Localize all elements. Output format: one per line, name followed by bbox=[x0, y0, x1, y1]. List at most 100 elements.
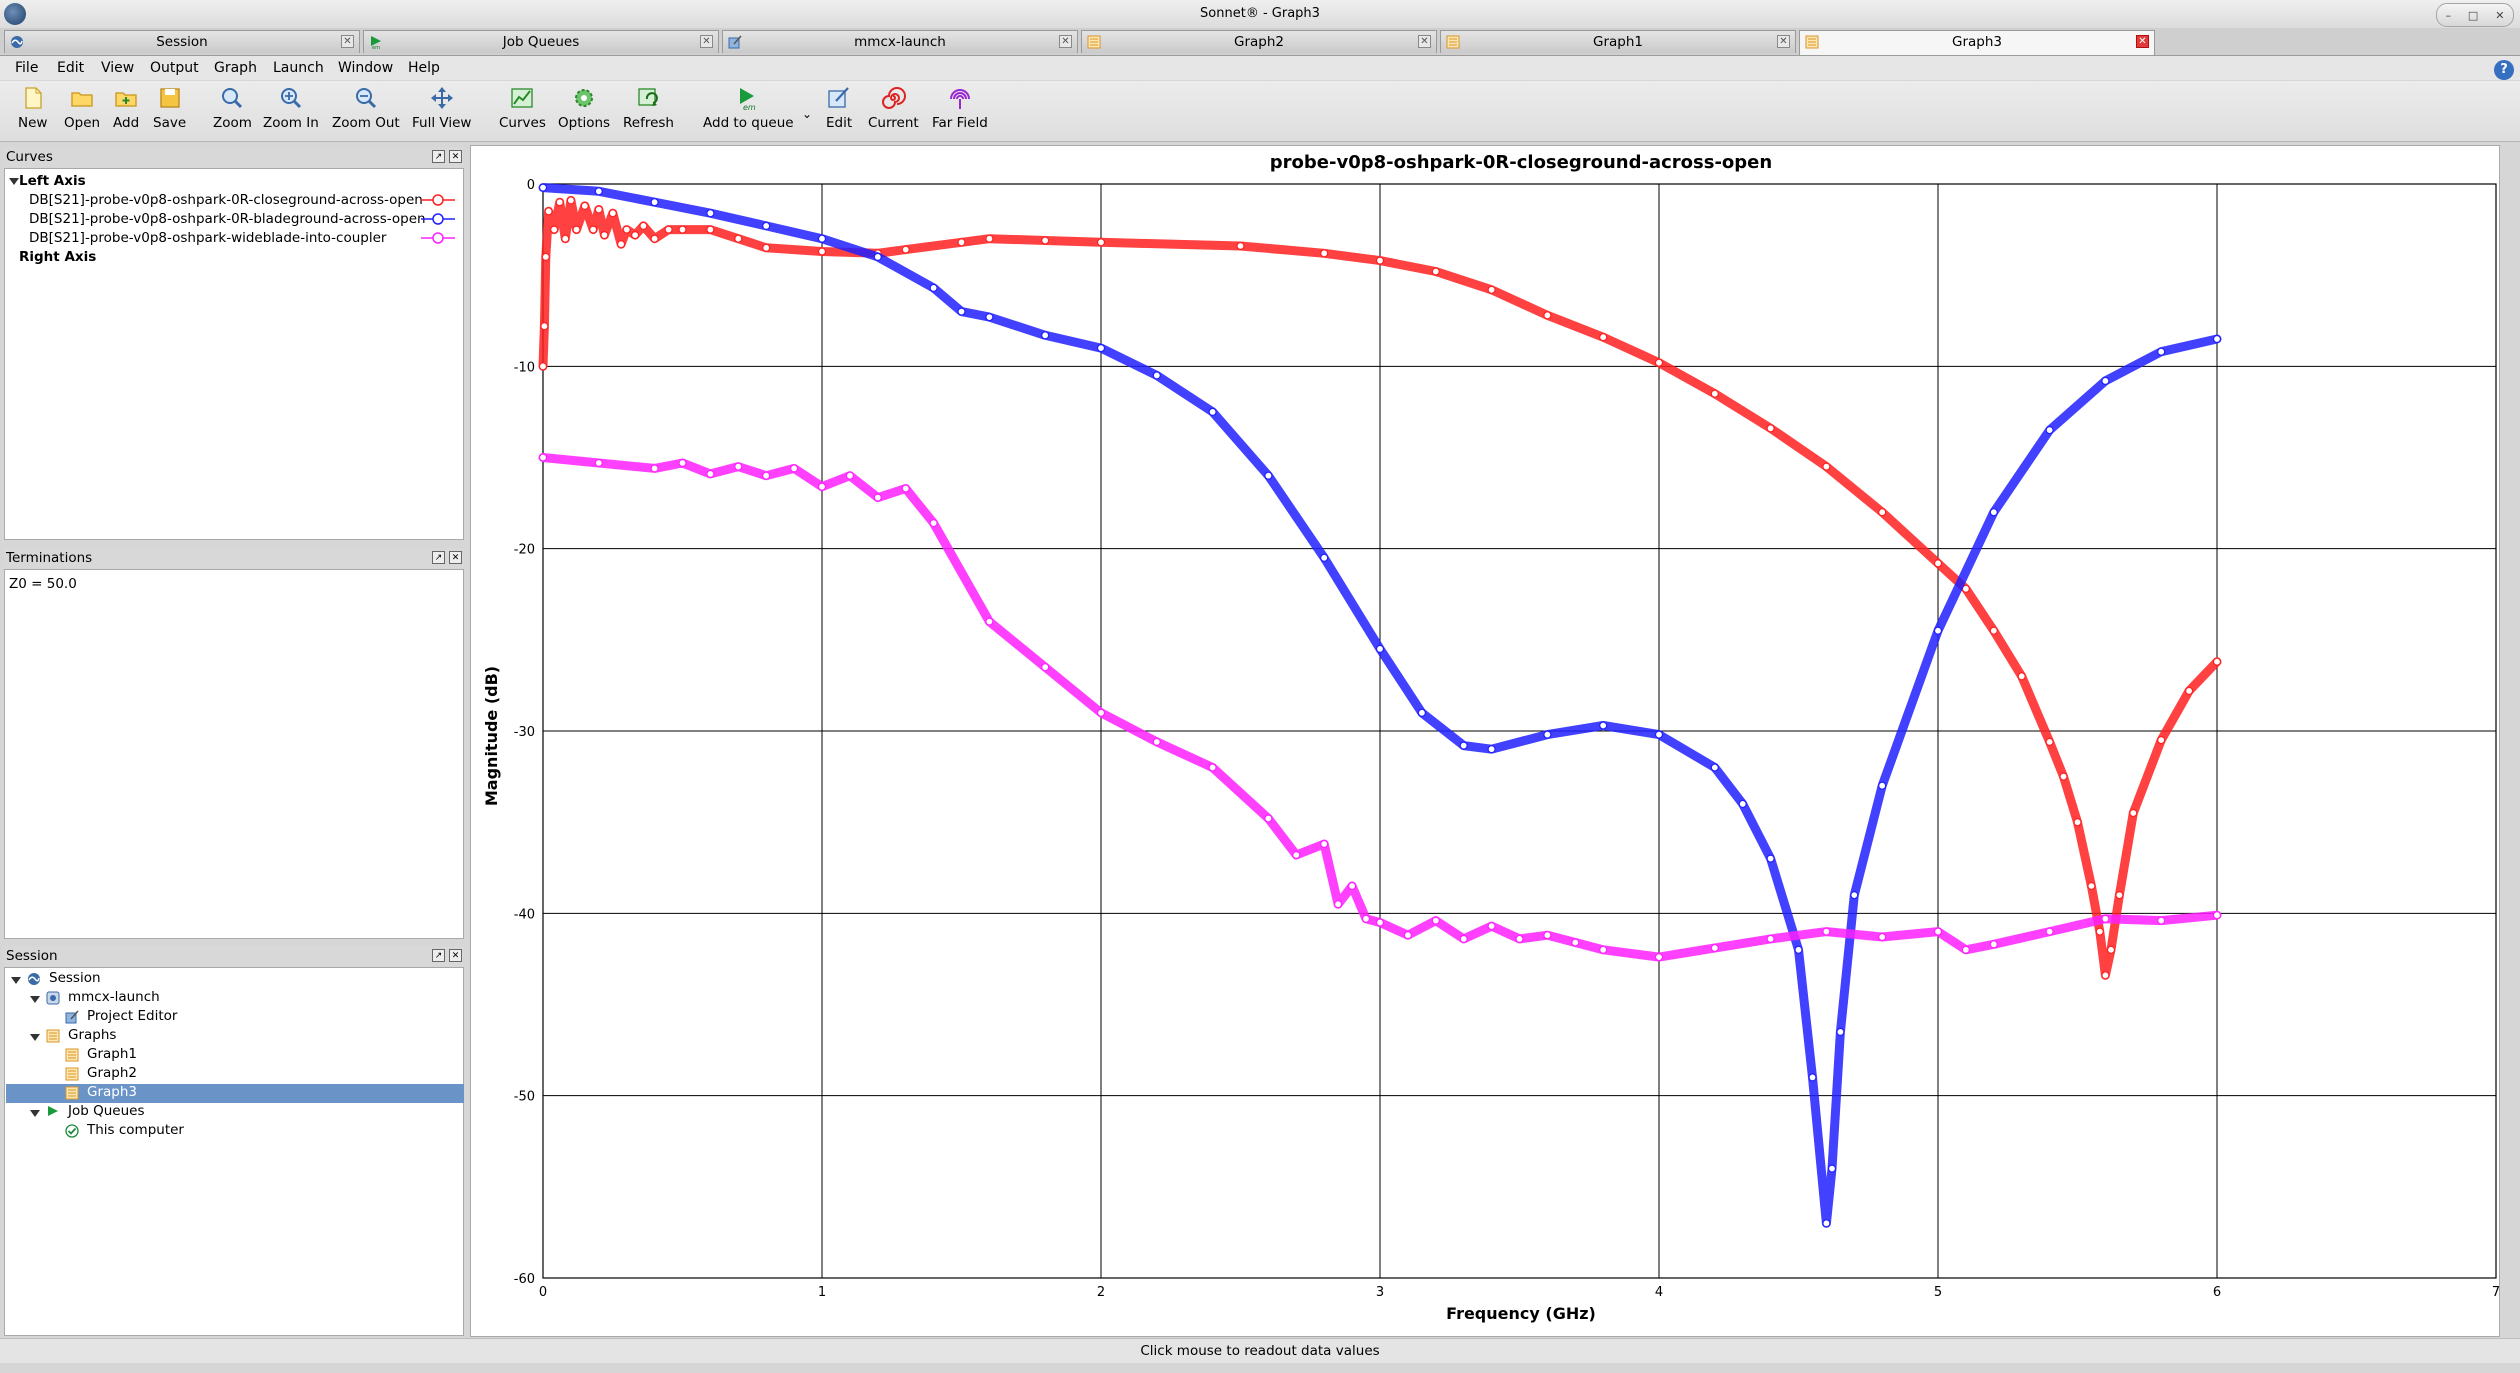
series-2-point bbox=[1041, 331, 1050, 340]
tab-mmcx-launch[interactable]: mmcx-launch ✕ bbox=[722, 30, 1078, 53]
menu-graph[interactable]: Graph bbox=[214, 60, 257, 76]
series-1-point bbox=[1599, 333, 1608, 342]
tab-close-icon[interactable]: ✕ bbox=[1418, 35, 1431, 48]
minimize-icon[interactable]: – bbox=[2445, 9, 2451, 22]
menu-help[interactable]: Help bbox=[408, 60, 440, 76]
tab-close-icon[interactable]: ✕ bbox=[700, 35, 713, 48]
tab-close-icon[interactable]: ✕ bbox=[2136, 35, 2149, 48]
series-1-point bbox=[650, 234, 659, 243]
undock-icon[interactable]: ↗ bbox=[432, 150, 445, 163]
chart[interactable]: probe-v0p8-oshpark-0R-closeground-across… bbox=[471, 146, 2500, 1336]
undock-icon[interactable]: ↗ bbox=[432, 551, 445, 564]
x-tick-label: 0 bbox=[539, 1285, 547, 1300]
x-tick-label: 7 bbox=[2492, 1285, 2499, 1300]
tab-session[interactable]: Session ✕ bbox=[4, 30, 360, 53]
collapse-icon[interactable] bbox=[30, 1110, 40, 1117]
panel-close-icon[interactable]: ✕ bbox=[449, 949, 462, 962]
graph-icon bbox=[65, 1067, 79, 1081]
far-field-button[interactable]: Far Field bbox=[932, 85, 988, 131]
menu-launch[interactable]: Launch bbox=[273, 60, 324, 76]
tree-item-session[interactable]: Session bbox=[49, 970, 101, 986]
series-1-point bbox=[1878, 508, 1887, 517]
help-icon[interactable]: ? bbox=[2494, 60, 2514, 80]
refresh-button[interactable]: Refresh bbox=[623, 85, 674, 131]
add-button[interactable]: Add bbox=[113, 85, 139, 131]
em-text: em bbox=[743, 103, 756, 111]
menu-view[interactable]: View bbox=[101, 60, 134, 76]
tab-close-icon[interactable]: ✕ bbox=[341, 35, 354, 48]
series-2-point bbox=[538, 183, 548, 192]
add-to-queue-button[interactable]: em Add to queue bbox=[703, 85, 794, 131]
tree-item-mmcx-launch[interactable]: mmcx-launch bbox=[68, 989, 160, 1005]
tree-item-graph3[interactable]: Graph3 bbox=[87, 1084, 137, 1100]
series-3-point bbox=[1292, 850, 1301, 860]
tree-item-job-queues[interactable]: Job Queues bbox=[68, 1103, 145, 1119]
curves-button[interactable]: Curves bbox=[499, 85, 546, 131]
tab-close-icon[interactable]: ✕ bbox=[1059, 35, 1072, 48]
edit-button[interactable]: Edit bbox=[826, 85, 852, 131]
tab-graph1[interactable]: Graph1 ✕ bbox=[1440, 30, 1796, 53]
y-tick-label: -60 bbox=[514, 1272, 535, 1287]
x-tick-label: 5 bbox=[1934, 1285, 1942, 1300]
zoom-out-icon bbox=[355, 88, 376, 109]
y-tick-label: -50 bbox=[514, 1090, 535, 1105]
open-button[interactable]: Open bbox=[64, 85, 100, 131]
series-2-point bbox=[929, 283, 938, 292]
full-view-button[interactable]: Full View bbox=[412, 85, 471, 131]
close-icon[interactable]: ✕ bbox=[2495, 9, 2504, 22]
graph-icon bbox=[1087, 35, 1101, 49]
curve-marker-icon bbox=[421, 232, 455, 244]
series-1-point bbox=[706, 225, 715, 234]
expand-icon[interactable] bbox=[9, 178, 19, 185]
curve-item-closeground[interactable]: DB[S21]-probe-v0p8-oshpark-0R-closegroun… bbox=[29, 192, 423, 208]
series-2-point bbox=[1264, 471, 1273, 480]
new-button[interactable]: New bbox=[18, 85, 47, 131]
menu-file[interactable]: File bbox=[15, 60, 38, 76]
menu-window[interactable]: Window bbox=[338, 60, 393, 76]
session-panel-header: Session ↗ ✕ bbox=[4, 946, 464, 966]
current-button[interactable]: Current bbox=[868, 85, 919, 131]
x-axis-label: Frequency (GHz) bbox=[1446, 1304, 1596, 1323]
tree-item-graph2[interactable]: Graph2 bbox=[87, 1065, 137, 1081]
tree-item-graphs[interactable]: Graphs bbox=[68, 1027, 116, 1043]
tab-graph3[interactable]: Graph3 ✕ bbox=[1799, 30, 2155, 55]
tree-item-graph1[interactable]: Graph1 bbox=[87, 1046, 137, 1062]
y-tick-label: 0 bbox=[527, 178, 535, 193]
series-1-point bbox=[1543, 311, 1552, 320]
terminations-panel: Z0 = 50.0 bbox=[4, 569, 464, 939]
panel-close-icon[interactable]: ✕ bbox=[449, 150, 462, 163]
left-axis-label[interactable]: Left Axis bbox=[19, 173, 86, 189]
series-3-point bbox=[929, 519, 938, 528]
collapse-icon[interactable] bbox=[30, 996, 40, 1003]
menu-output[interactable]: Output bbox=[150, 60, 199, 76]
tab-graph2[interactable]: Graph2 ✕ bbox=[1081, 30, 1437, 53]
series-3-point bbox=[2157, 916, 2166, 925]
series-3-point bbox=[1571, 938, 1580, 947]
tab-label: Session bbox=[156, 34, 208, 50]
series-3-point bbox=[1989, 940, 1998, 949]
collapse-icon[interactable] bbox=[11, 977, 21, 984]
menu-edit[interactable]: Edit bbox=[57, 60, 84, 76]
zoom-out-button[interactable]: Zoom Out bbox=[332, 85, 400, 131]
add-to-queue-dropdown-icon[interactable]: ⌄ bbox=[802, 107, 812, 121]
series-1-point bbox=[2073, 818, 2082, 827]
series-1-point bbox=[580, 201, 589, 211]
graph-canvas[interactable]: probe-v0p8-oshpark-0R-closeground-across… bbox=[470, 145, 2500, 1337]
panel-close-icon[interactable]: ✕ bbox=[449, 551, 462, 564]
zoom-button[interactable]: Zoom bbox=[213, 85, 252, 131]
undock-icon[interactable]: ↗ bbox=[432, 949, 445, 962]
tab-job-queues[interactable]: em Job Queues ✕ bbox=[363, 30, 719, 53]
right-axis-label[interactable]: Right Axis bbox=[19, 249, 96, 265]
series-2-point bbox=[762, 221, 771, 231]
maximize-icon[interactable]: □ bbox=[2468, 9, 2478, 22]
tree-item-this-computer[interactable]: This computer bbox=[87, 1122, 184, 1138]
zoom-in-button[interactable]: Zoom In bbox=[263, 85, 319, 131]
tab-close-icon[interactable]: ✕ bbox=[1777, 35, 1790, 48]
save-button[interactable]: Save bbox=[153, 85, 186, 131]
series-3-point bbox=[1822, 927, 1831, 936]
curve-item-bladeground[interactable]: DB[S21]-probe-v0p8-oshpark-0R-bladegroun… bbox=[29, 211, 426, 227]
curve-item-wideblade[interactable]: DB[S21]-probe-v0p8-oshpark-wideblade-int… bbox=[29, 230, 386, 246]
options-button[interactable]: Options bbox=[558, 85, 610, 131]
tree-item-project-editor[interactable]: Project Editor bbox=[87, 1008, 177, 1024]
collapse-icon[interactable] bbox=[30, 1034, 40, 1041]
